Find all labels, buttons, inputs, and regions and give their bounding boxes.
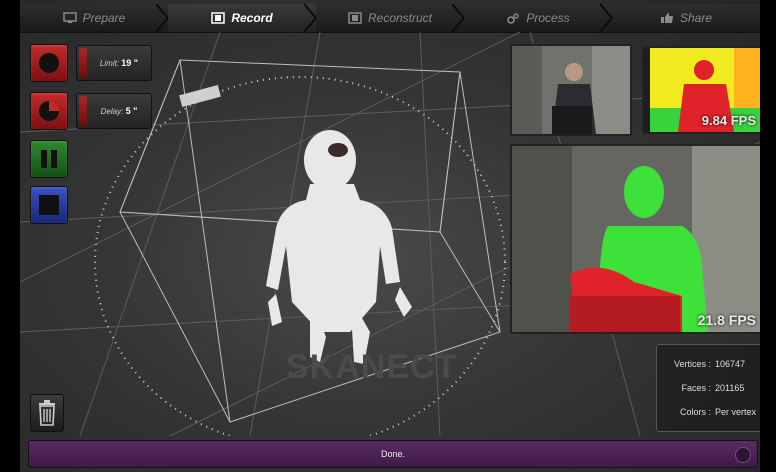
pause-button[interactable] bbox=[30, 140, 68, 178]
colors-label: Colors : bbox=[679, 407, 711, 417]
depth-preview: 9.84 FPS bbox=[642, 46, 760, 134]
tab-label: Prepare bbox=[82, 11, 126, 25]
faces-label: Faces : bbox=[681, 383, 711, 393]
limit-indicator bbox=[79, 48, 87, 78]
record-icon bbox=[39, 53, 59, 73]
tab-label: Share bbox=[679, 11, 713, 25]
pause-icon bbox=[41, 150, 57, 168]
record-button[interactable] bbox=[30, 44, 68, 82]
tab-share[interactable]: Share bbox=[612, 4, 760, 32]
film-icon bbox=[348, 12, 362, 24]
overlay-preview: 21.8 FPS bbox=[510, 144, 760, 334]
scanned-mesh bbox=[266, 130, 412, 364]
status-message: Done. bbox=[380, 449, 406, 459]
delay-indicator bbox=[79, 96, 87, 126]
tab-label: Reconstruct bbox=[367, 11, 433, 25]
vertices-label: Vertices : bbox=[673, 359, 711, 369]
limit-value: 19 " bbox=[121, 58, 139, 68]
delay-label: Delay: bbox=[100, 107, 124, 116]
skanect-window: Prepare Record Reconstruct Process Share bbox=[20, 0, 760, 472]
mesh-stats-panel: Vertices : 106747 Faces : 201165 Colors : P… bbox=[656, 344, 760, 432]
tab-prepare[interactable]: Prepare bbox=[20, 4, 168, 32]
tab-label: Record bbox=[231, 11, 273, 25]
delay-button[interactable] bbox=[30, 92, 68, 130]
limit-field[interactable]: Limit: 19 " bbox=[76, 45, 152, 81]
skanect-watermark: SKANECT bbox=[286, 348, 458, 386]
delay-field[interactable]: Delay: 5 " bbox=[76, 93, 152, 129]
delay-value: 5 " bbox=[125, 106, 138, 116]
delete-button[interactable] bbox=[30, 394, 64, 432]
stop-icon bbox=[39, 195, 59, 215]
close-icon[interactable] bbox=[735, 447, 751, 463]
film-icon bbox=[211, 12, 226, 24]
rgb-preview bbox=[510, 44, 632, 136]
colors-value: Per vertex bbox=[715, 407, 757, 417]
tab-reconstruct[interactable]: Reconstruct bbox=[316, 4, 464, 32]
overlay-image bbox=[512, 146, 760, 332]
gears-icon bbox=[507, 13, 520, 24]
trash-icon bbox=[39, 400, 55, 426]
tab-label: Process bbox=[526, 11, 570, 25]
overlay-fps: 21.8 FPS bbox=[697, 312, 756, 328]
stop-button[interactable] bbox=[30, 186, 68, 224]
thumbs-up-icon bbox=[660, 13, 673, 23]
depth-fps: 9.84 FPS bbox=[701, 113, 756, 128]
monitor-icon bbox=[62, 12, 77, 23]
vertices-value: 106747 bbox=[715, 359, 746, 369]
timer-icon bbox=[39, 101, 59, 121]
status-bar: Done. bbox=[28, 440, 758, 468]
workflow-tabs: Prepare Record Reconstruct Process Share bbox=[20, 4, 760, 33]
tab-process[interactable]: Process bbox=[464, 4, 612, 32]
rgb-image bbox=[512, 46, 630, 134]
tab-record[interactable]: Record bbox=[168, 4, 316, 32]
faces-value: 201165 bbox=[715, 383, 745, 393]
limit-label: Limit: bbox=[99, 59, 120, 68]
